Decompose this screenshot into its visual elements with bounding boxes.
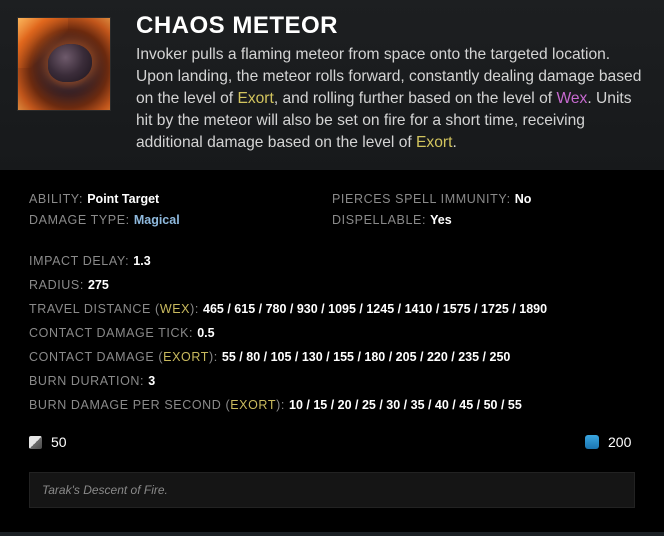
description-text: .: [452, 134, 457, 151]
mana-cost: 200: [585, 434, 631, 450]
damage-type-label: DAMAGE TYPE:: [29, 213, 130, 227]
cooldown-value: 50: [51, 434, 67, 450]
radius-label: RADIUS:: [29, 278, 84, 292]
travel-label-end: ):: [190, 302, 199, 316]
pierces-row: PIERCES SPELL IMMUNITY: No: [332, 192, 531, 206]
meteor-rock: [48, 44, 92, 82]
bottom-divider: [0, 532, 664, 536]
dispellable-row: DISPELLABLE: Yes: [332, 213, 452, 227]
contact-damage-label-end: ):: [209, 350, 218, 364]
exort-keyword: EXORT: [230, 398, 277, 412]
mana-value: 200: [608, 434, 632, 450]
pierces-value: No: [514, 192, 532, 206]
impact-delay-label: IMPACT DELAY:: [29, 254, 130, 268]
exort-highlight: Exort: [237, 90, 274, 107]
exort-keyword: EXORT: [163, 350, 209, 364]
ability-title: CHAOS METEOR: [136, 12, 339, 39]
wex-highlight: Wex: [556, 90, 588, 107]
radius-value: 275: [87, 278, 109, 292]
mana-icon: [585, 435, 599, 449]
burn-dps-label-end: ):: [276, 398, 285, 412]
contact-tick-label: CONTACT DAMAGE TICK:: [29, 326, 194, 340]
lore-text: Tarak's Descent of Fire.: [42, 483, 168, 497]
ability-type-value: Point Target: [87, 192, 160, 206]
ability-description: Invoker pulls a flaming meteor from spac…: [136, 44, 646, 154]
contact-damage-label: CONTACT DAMAGE (: [29, 350, 164, 364]
pierces-label: PIERCES SPELL IMMUNITY:: [332, 192, 511, 206]
travel-distance-value: 465 / 615 / 780 / 930 / 1095 / 1245 / 14…: [203, 302, 548, 316]
impact-delay-value: 1.3: [133, 254, 151, 268]
wex-keyword: WEX: [159, 302, 191, 316]
damage-type-value: Magical: [133, 213, 180, 227]
dispellable-value: Yes: [430, 213, 452, 227]
ability-type-row: ABILITY: Point Target: [29, 192, 159, 206]
burn-duration-row: BURN DURATION: 3: [29, 374, 155, 388]
burn-duration-value: 3: [148, 374, 156, 388]
contact-damage-value: 55 / 80 / 105 / 130 / 155 / 180 / 205 / …: [221, 350, 511, 364]
description-text: , and rolling further based on the level…: [273, 90, 557, 107]
ability-header: CHAOS METEOR Invoker pulls a flaming met…: [0, 0, 664, 170]
damage-type-row: DAMAGE TYPE: Magical: [29, 213, 180, 227]
ability-type-label: ABILITY:: [29, 192, 84, 206]
burn-dps-row: BURN DAMAGE PER SECOND (EXORT): 10 / 15 …: [29, 398, 522, 412]
contact-damage-row: CONTACT DAMAGE (EXORT): 55 / 80 / 105 / …: [29, 350, 510, 364]
cooldown-cost: 50: [29, 434, 67, 450]
burn-duration-label: BURN DURATION:: [29, 374, 145, 388]
travel-label: TRAVEL DISTANCE (: [29, 302, 160, 316]
burn-dps-label: BURN DAMAGE PER SECOND (: [29, 398, 231, 412]
cooldown-icon: [29, 435, 42, 449]
radius-row: RADIUS: 275: [29, 278, 109, 292]
travel-distance-row: TRAVEL DISTANCE (WEX): 465 / 615 / 780 /…: [29, 302, 547, 316]
impact-delay-row: IMPACT DELAY: 1.3: [29, 254, 151, 268]
dispellable-label: DISPELLABLE:: [332, 213, 427, 227]
exort-highlight: Exort: [416, 134, 453, 151]
lore-box: Tarak's Descent of Fire.: [29, 472, 635, 508]
chaos-meteor-icon: [17, 17, 111, 111]
contact-tick-value: 0.5: [197, 326, 215, 340]
contact-tick-row: CONTACT DAMAGE TICK: 0.5: [29, 326, 215, 340]
burn-dps-value: 10 / 15 / 20 / 25 / 30 / 35 / 40 / 45 / …: [289, 398, 522, 412]
